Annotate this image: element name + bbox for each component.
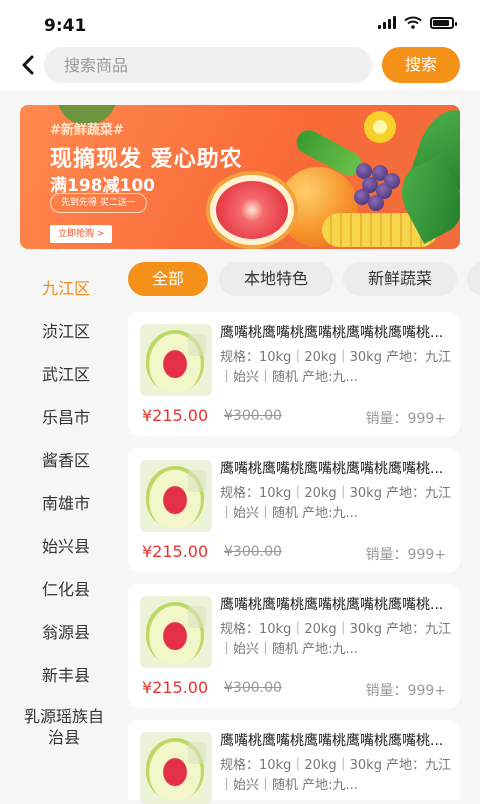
search-input[interactable] (44, 47, 372, 83)
product-image (140, 460, 212, 532)
chip-more[interactable] (467, 262, 480, 296)
lemon-image (364, 111, 396, 143)
product-spec: 规格：10kg｜20kg｜30kg 产地：九江｜始兴｜随机 产地:九... (220, 622, 452, 657)
product-price: ¥215.00 (142, 678, 209, 697)
search-button[interactable]: 搜索 (382, 47, 460, 83)
promo-banner[interactable]: #新鲜蔬菜# 现摘现发 爱心助农 满198减100 先到先得 买二送一 立即抢购… (20, 105, 460, 249)
product-sales: 销量：999+ (365, 411, 446, 427)
sidebar-item-district[interactable]: 酱香区 (0, 447, 132, 471)
product-price: ¥215.00 (142, 542, 209, 561)
grapefruit-image (206, 171, 298, 249)
product-card[interactable]: 鹰嘴桃鹰嘴桃鹰嘴桃鹰嘴桃鹰嘴桃... 规格：10kg｜20kg｜30kg 产地：… (128, 448, 460, 572)
back-button[interactable] (14, 50, 42, 80)
product-spec: 规格：10kg｜20kg｜30kg 产地：九江｜始兴｜随机 产地:九... (220, 758, 452, 793)
sidebar-item-district[interactable]: 九江区 (0, 275, 132, 299)
product-original-price: ¥300.00 (224, 544, 282, 560)
sidebar-item-district[interactable]: 乳源瑶族自治县 (24, 706, 104, 748)
chip-all[interactable]: 全部 (128, 262, 208, 296)
product-image (140, 596, 212, 668)
chip-local-specialty[interactable]: 本地特色 (219, 262, 333, 296)
sidebar-item-district[interactable]: 仁化县 (0, 576, 132, 600)
product-title: 鹰嘴桃鹰嘴桃鹰嘴桃鹰嘴桃鹰嘴桃... (220, 325, 444, 341)
banner-tag: #新鲜蔬菜# (50, 123, 124, 138)
battery-icon (430, 16, 457, 29)
category-chips: 全部 本地特色 新鲜蔬菜 (128, 262, 480, 298)
product-title: 鹰嘴桃鹰嘴桃鹰嘴桃鹰嘴桃鹰嘴桃... (220, 733, 444, 749)
product-title: 鹰嘴桃鹰嘴桃鹰嘴桃鹰嘴桃鹰嘴桃... (220, 461, 444, 477)
search-field[interactable] (44, 47, 372, 83)
status-bar: 9:41 (0, 0, 480, 44)
sidebar-item-district[interactable]: 翁源县 (0, 619, 132, 643)
sidebar-item-district[interactable]: 新丰县 (0, 662, 132, 686)
wifi-icon (404, 16, 422, 29)
product-sales: 销量：999+ (365, 547, 446, 563)
banner-headline: 现摘现发 爱心助农 (50, 147, 243, 172)
product-image (140, 324, 212, 396)
product-title: 鹰嘴桃鹰嘴桃鹰嘴桃鹰嘴桃鹰嘴桃... (220, 597, 444, 613)
product-sales: 销量：999+ (365, 683, 446, 699)
chevron-left-icon (22, 55, 34, 75)
signal-icon (378, 16, 396, 29)
sidebar-item-district[interactable]: 乐昌市 (0, 404, 132, 428)
status-time: 9:41 (44, 16, 87, 36)
product-original-price: ¥300.00 (224, 408, 282, 424)
product-card[interactable]: 鹰嘴桃鹰嘴桃鹰嘴桃鹰嘴桃鹰嘴桃... 规格：10kg｜20kg｜30kg 产地：… (128, 312, 460, 436)
sidebar-item-district[interactable]: 始兴县 (0, 533, 132, 557)
banner-buy-now-button[interactable]: 立即抢购 > (50, 225, 113, 243)
product-spec: 规格：10kg｜20kg｜30kg 产地：九江｜始兴｜随机 产地:九... (220, 486, 452, 521)
sidebar-item-district[interactable]: 南雄市 (0, 490, 132, 514)
sidebar-item-district[interactable]: 武江区 (0, 361, 132, 385)
search-header: 搜索 (0, 44, 480, 90)
sidebar-item-district[interactable]: 浈江区 (0, 318, 132, 342)
chip-fresh-vegetables[interactable]: 新鲜蔬菜 (343, 262, 457, 296)
status-icons (378, 16, 457, 29)
banner-offer-pill: 先到先得 买二送一 (50, 193, 147, 213)
product-image (140, 732, 212, 804)
grapes-image (352, 163, 400, 219)
product-price: ¥215.00 (142, 406, 209, 425)
product-card[interactable]: 鹰嘴桃鹰嘴桃鹰嘴桃鹰嘴桃鹰嘴桃... 规格：10kg｜20kg｜30kg 产地：… (128, 720, 460, 804)
product-card[interactable]: 鹰嘴桃鹰嘴桃鹰嘴桃鹰嘴桃鹰嘴桃... 规格：10kg｜20kg｜30kg 产地：… (128, 584, 460, 708)
product-spec: 规格：10kg｜20kg｜30kg 产地：九江｜始兴｜随机 产地:九... (220, 350, 452, 385)
product-original-price: ¥300.00 (224, 680, 282, 696)
